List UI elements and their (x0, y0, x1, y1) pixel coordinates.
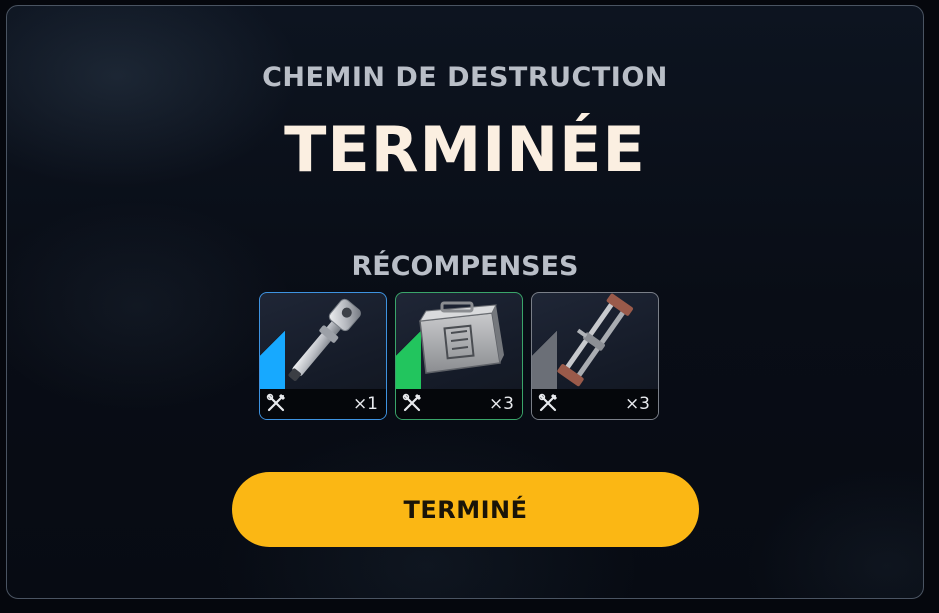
reward-quantity: ×3 (488, 394, 514, 414)
modal-subtitle: CHEMIN DE DESTRUCTION (262, 62, 668, 93)
reward-card[interactable]: ×1 (259, 292, 387, 420)
rail-frame-icon (557, 293, 633, 387)
rewards-list: ×1 ×3 ×3 (259, 292, 659, 420)
done-button[interactable]: TERMINÉ (232, 472, 699, 547)
reward-quantity: ×1 (352, 394, 378, 414)
reward-quantity: ×3 (624, 394, 650, 414)
modal-title: TERMINÉE (284, 113, 646, 186)
rewards-heading: RÉCOMPENSES (351, 251, 579, 282)
ammo-crate-icon (419, 301, 504, 374)
tools-icon (538, 393, 558, 412)
barrel-part-icon (288, 298, 361, 381)
tools-icon (402, 393, 422, 412)
reward-card[interactable]: ×3 (395, 292, 523, 420)
tools-icon (266, 393, 286, 412)
reward-card[interactable]: ×3 (531, 292, 659, 420)
